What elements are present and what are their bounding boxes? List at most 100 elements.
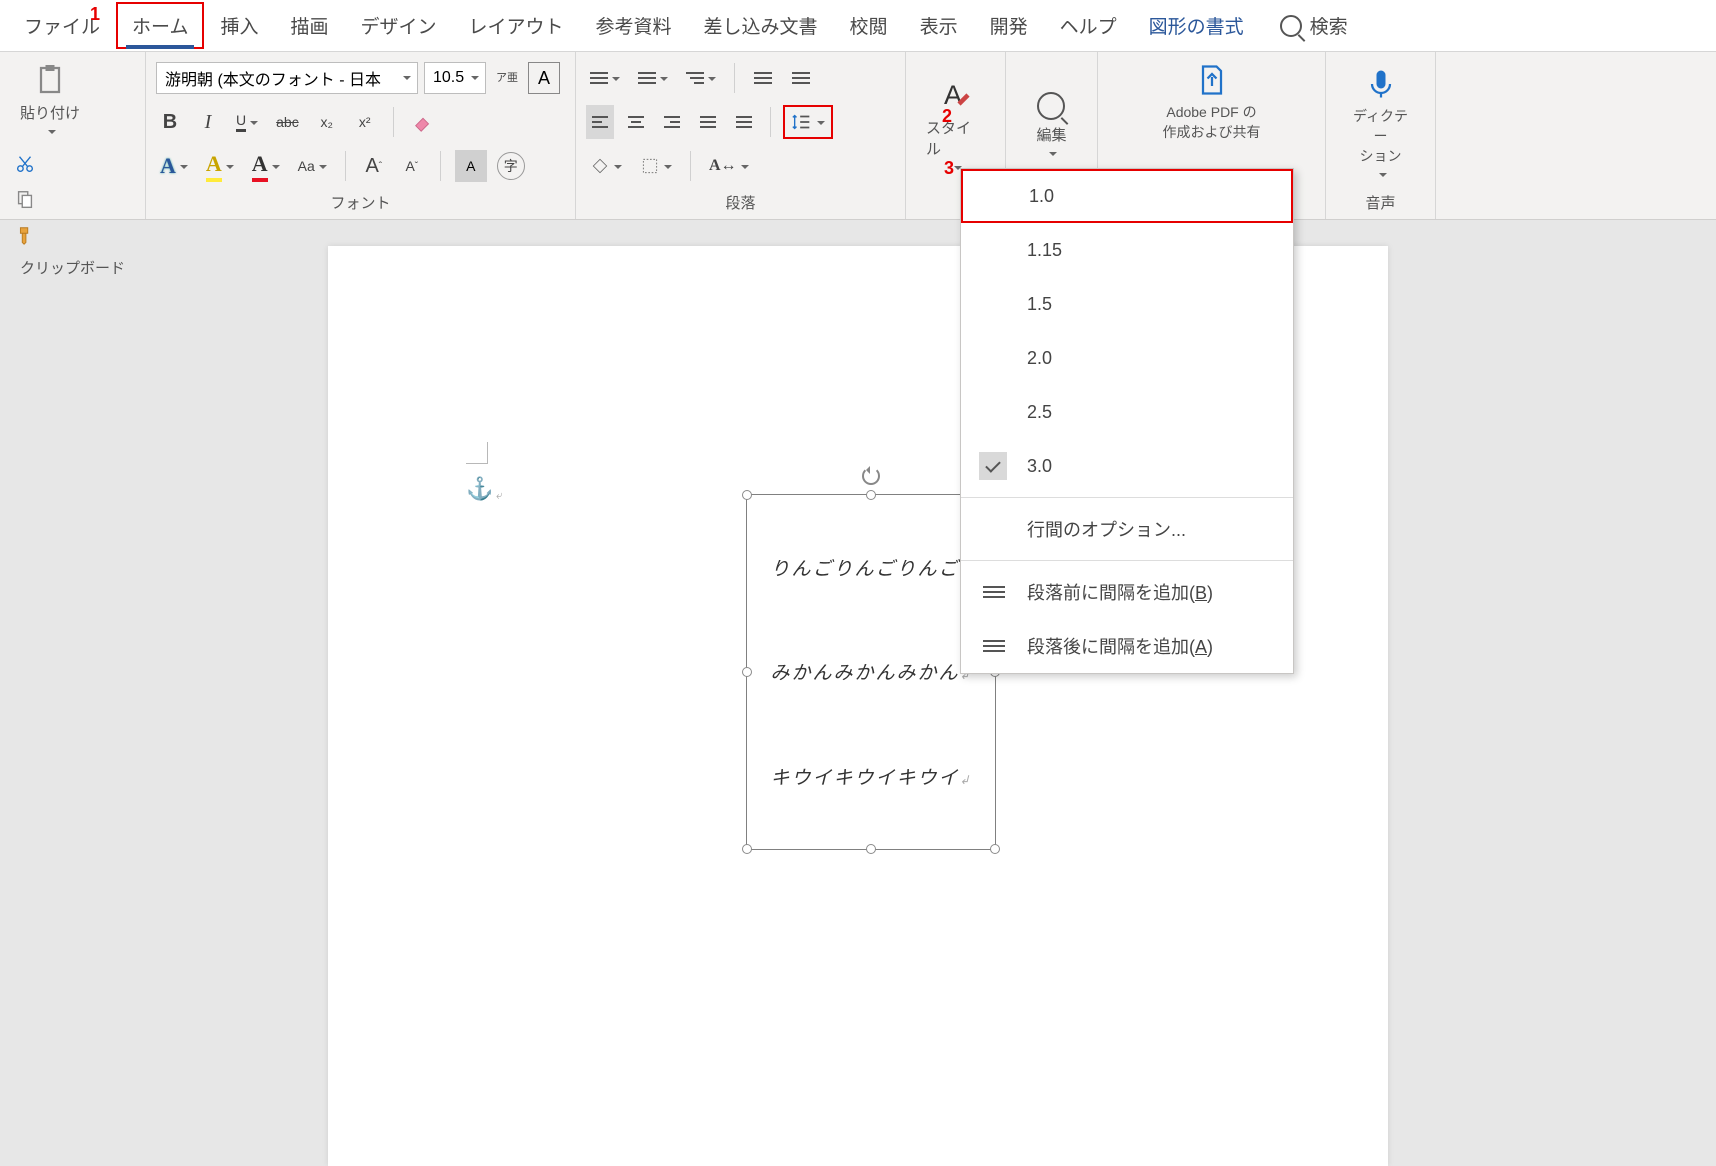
resize-handle[interactable] (742, 490, 752, 500)
ribbon-tabs: ファイル ホーム 挿入 描画 デザイン レイアウト 参考資料 差し込み文書 校閲… (0, 0, 1716, 52)
group-font-label: フォント (156, 188, 565, 219)
text-effects-button[interactable]: A (156, 149, 192, 183)
add-space-before[interactable]: 段落前に間隔を追加(B) (961, 565, 1293, 619)
tab-home[interactable]: ホーム (116, 2, 204, 49)
line-spacing-2.5[interactable]: 2.5 (961, 385, 1293, 439)
resize-handle[interactable] (990, 844, 1000, 854)
line-spacing-1.15[interactable]: 1.15 (961, 223, 1293, 277)
scissors-icon (14, 153, 36, 175)
align-right-button[interactable] (658, 105, 686, 139)
space-after-icon (983, 640, 1005, 652)
indent-icon (792, 72, 810, 84)
italic-button[interactable]: I (194, 105, 222, 139)
tab-shape-format[interactable]: 図形の書式 (1133, 2, 1260, 49)
justify-button[interactable] (694, 105, 722, 139)
create-pdf-button[interactable]: Adobe PDF の 作成および共有 (1153, 56, 1271, 148)
character-shading-button[interactable]: A (455, 150, 487, 182)
increase-indent-button[interactable] (787, 61, 815, 95)
separator (734, 63, 735, 93)
dictate-button[interactable]: ディクテー ション (1336, 60, 1425, 184)
numbering-button[interactable] (634, 61, 672, 95)
group-voice-label: 音声 (1336, 188, 1425, 219)
check-icon (979, 452, 1007, 480)
line-spacing-options[interactable]: 行間のオプション... (961, 502, 1293, 556)
font-color-button[interactable]: A (248, 149, 284, 183)
resize-handle[interactable] (742, 667, 752, 677)
character-border-button[interactable]: A (528, 62, 560, 94)
line-spacing-menu: 1.0 1.15 1.5 2.0 2.5 3.0 行間のオプション... 段落前… (960, 168, 1294, 674)
font-name-combo[interactable]: 游明朝 (本文のフォント - 日本 (156, 62, 418, 94)
search-label: 検索 (1310, 12, 1348, 39)
separator (440, 151, 441, 181)
microphone-icon (1363, 66, 1399, 102)
tab-view[interactable]: 表示 (904, 2, 974, 49)
multilevel-list-button[interactable] (682, 61, 720, 95)
text-line[interactable]: りんごりんごりんご↲ (770, 554, 971, 581)
subscript-button[interactable]: x₂ (313, 105, 341, 139)
multilevel-icon (686, 72, 704, 84)
line-spacing-3.0[interactable]: 3.0 (961, 439, 1293, 493)
justify-icon (700, 116, 716, 128)
distribute-button[interactable] (730, 105, 758, 139)
document-area[interactable]: ⚓ ⤶ りんごりんごりんご↲ みかんみかんみかん↲ キウイキウイキウイ↲ (0, 220, 1716, 1019)
tab-insert[interactable]: 挿入 (204, 2, 274, 49)
separator (345, 151, 346, 181)
line-spacing-2.0[interactable]: 2.0 (961, 331, 1293, 385)
underline-button[interactable]: U (232, 105, 262, 139)
clear-formatting-button[interactable] (408, 105, 438, 139)
separator (690, 151, 691, 181)
pdf-icon (1194, 62, 1230, 98)
tab-developer[interactable]: 開発 (974, 2, 1044, 49)
tab-mailings[interactable]: 差し込み文書 (688, 2, 834, 49)
text-line[interactable]: キウイキウイキウイ↲ (770, 763, 971, 790)
shrink-font-button[interactable]: Aˇ (398, 149, 426, 183)
tab-review[interactable]: 校閲 (834, 2, 904, 49)
outdent-icon (754, 72, 772, 84)
search-icon (1037, 92, 1065, 120)
align-center-button[interactable] (622, 105, 650, 139)
text-box[interactable]: りんごりんごりんご↲ みかんみかんみかん↲ キウイキウイキウイ↲ (746, 494, 996, 850)
editing-button[interactable]: 編集 (1026, 86, 1076, 163)
bold-button[interactable]: B (156, 105, 184, 139)
tab-draw[interactable]: 描画 (274, 2, 344, 49)
paste-button[interactable]: 貼り付け (10, 56, 90, 141)
separator (770, 107, 771, 137)
line-spacing-1.0[interactable]: 1.0 (961, 169, 1293, 223)
line-spacing-button[interactable] (783, 105, 833, 139)
bullets-button[interactable] (586, 61, 624, 95)
decrease-indent-button[interactable] (749, 61, 777, 95)
resize-handle[interactable] (742, 844, 752, 854)
enclose-characters-button[interactable]: 字 (497, 152, 525, 180)
change-case-button[interactable]: Aa (294, 149, 331, 183)
separator (961, 497, 1293, 498)
resize-handle[interactable] (866, 490, 876, 500)
line-spacing-1.5[interactable]: 1.5 (961, 277, 1293, 331)
styles-button[interactable]: A スタイル (916, 71, 995, 177)
rotate-handle[interactable] (862, 467, 880, 485)
text-line[interactable]: みかんみかんみかん↲ (770, 658, 971, 685)
align-left-button[interactable] (586, 105, 614, 139)
add-space-after[interactable]: 段落後に間隔を追加(A) (961, 619, 1293, 673)
superscript-button[interactable]: x² (351, 105, 379, 139)
strikethrough-button[interactable]: abc (272, 105, 303, 139)
cut-button[interactable] (10, 147, 40, 181)
align-center-icon (628, 116, 644, 128)
shading-button[interactable] (586, 149, 626, 183)
copy-icon (14, 189, 36, 211)
font-size-combo[interactable]: 10.5 (424, 62, 486, 94)
resize-handle[interactable] (866, 844, 876, 854)
tab-design[interactable]: デザイン (344, 2, 452, 49)
borders-button[interactable] (636, 149, 676, 183)
callout-3: 3 (944, 158, 954, 179)
search-box[interactable]: 検索 (1280, 12, 1348, 39)
tab-references[interactable]: 参考資料 (580, 2, 688, 49)
tab-help[interactable]: ヘルプ (1044, 2, 1133, 49)
align-left-icon (592, 116, 608, 128)
copy-button[interactable] (10, 183, 40, 217)
tab-layout[interactable]: レイアウト (453, 2, 580, 49)
sort-button[interactable]: A↔ (705, 149, 753, 183)
highlight-color-button[interactable]: A (202, 149, 238, 183)
numbering-icon (638, 72, 656, 84)
grow-font-button[interactable]: Aˆ (360, 149, 388, 183)
phonetic-guide-button[interactable]: ア亜 (492, 61, 522, 95)
